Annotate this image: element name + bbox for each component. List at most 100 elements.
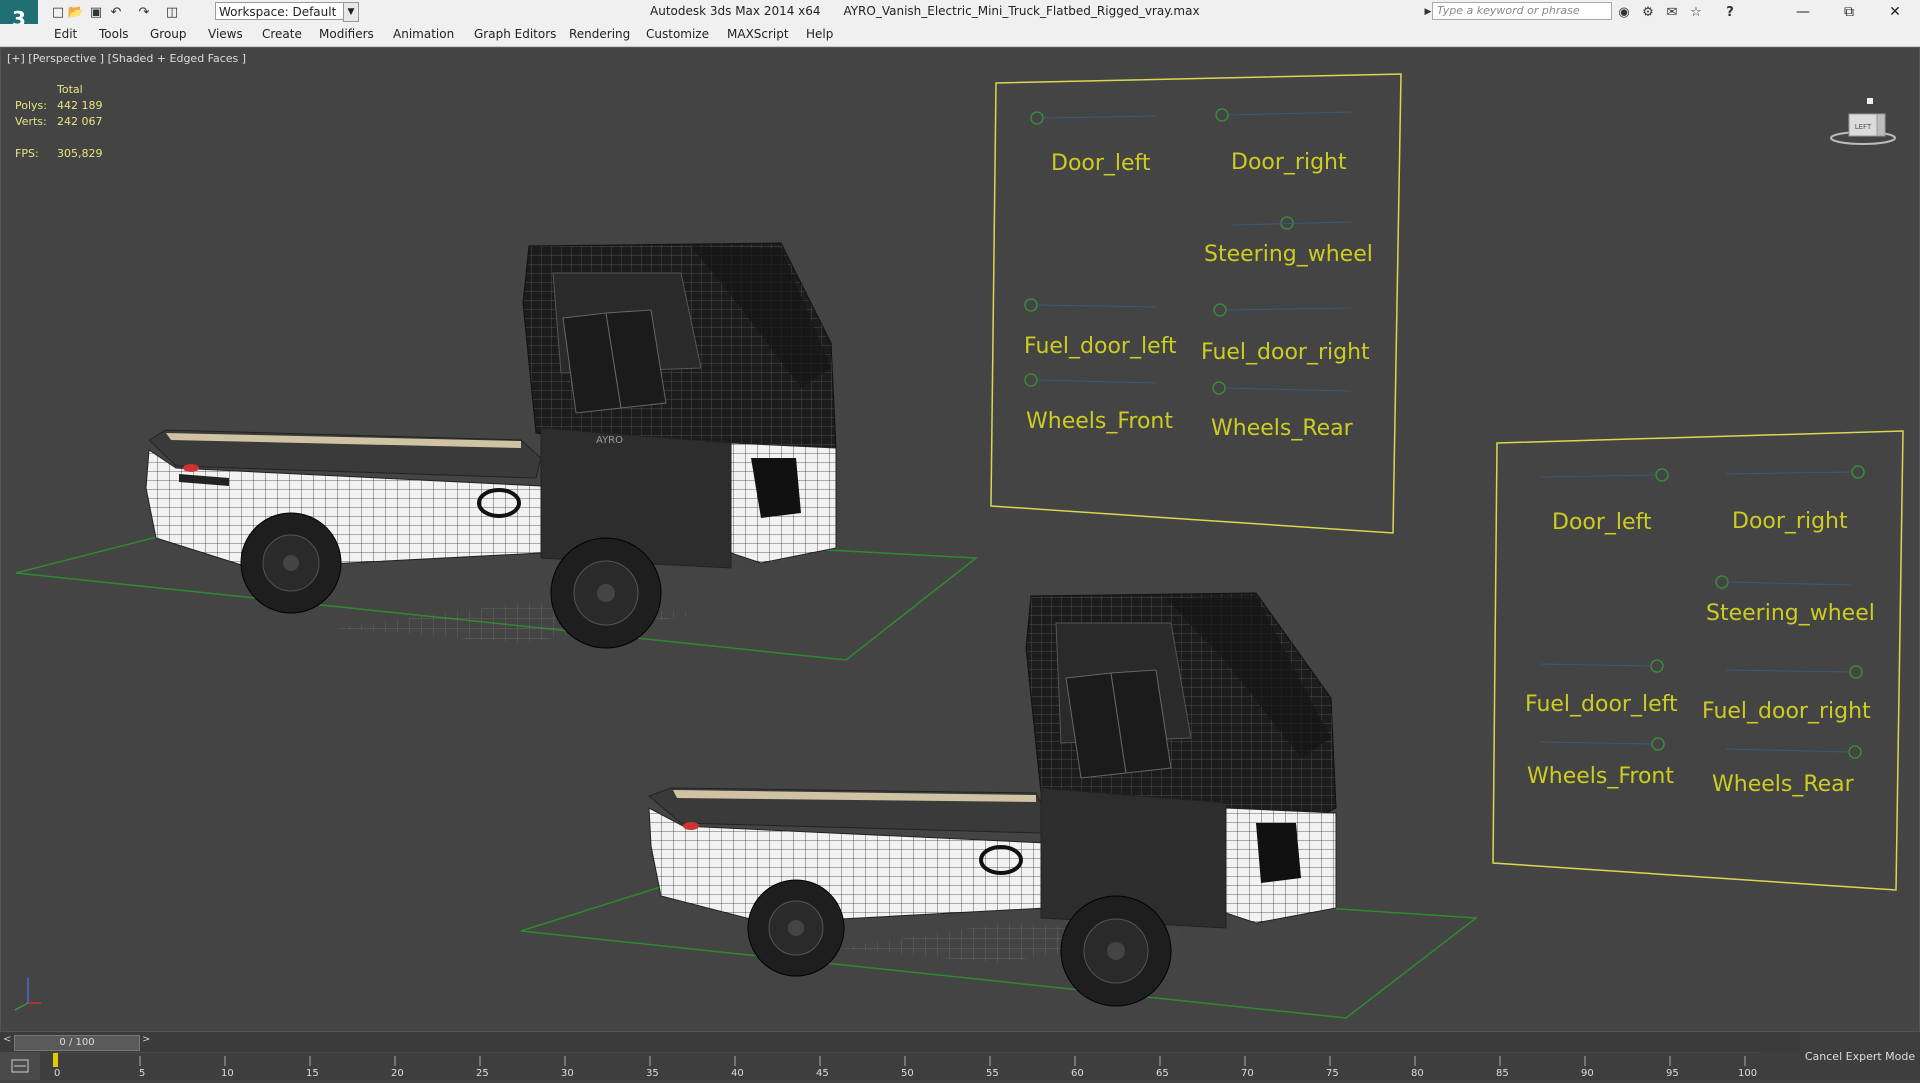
open-file-icon[interactable]: 📂 <box>66 2 86 22</box>
control-steering-wheel-1[interactable] <box>1280 216 1294 230</box>
control-wheels-rear-2[interactable] <box>1848 745 1862 759</box>
menu-edit[interactable]: Edit <box>54 27 77 41</box>
panel2-steering-wheel[interactable]: Steering_wheel <box>1706 601 1875 626</box>
help-icon[interactable]: ? <box>1720 2 1740 22</box>
app-title: Autodesk 3ds Max 2014 x64 <box>650 4 821 18</box>
panel1-steering-wheel[interactable]: Steering_wheel <box>1204 242 1373 267</box>
tick-label: 60 <box>1071 1068 1084 1079</box>
perspective-viewport[interactable]: [+] [Perspective ] [Shaded + Edged Faces… <box>0 47 1920 1032</box>
tick-label: 90 <box>1581 1068 1594 1079</box>
project-folder-icon[interactable]: ◫ <box>162 2 182 22</box>
menu-views[interactable]: Views <box>208 27 243 41</box>
truck-model-2[interactable] <box>520 592 1479 1019</box>
control-wheels-rear-1[interactable] <box>1212 381 1226 395</box>
menu-rendering[interactable]: Rendering <box>569 27 630 41</box>
tick-label: 0 <box>54 1068 61 1079</box>
panel2-wheels-front[interactable]: Wheels_Front <box>1527 764 1674 789</box>
tick-label: 85 <box>1496 1068 1509 1079</box>
tick-label: 10 <box>221 1068 234 1079</box>
panel2-wheels-rear[interactable]: Wheels_Rear <box>1712 772 1855 797</box>
menu-create[interactable]: Create <box>262 27 302 41</box>
search-input[interactable]: Type a keyword or phrase <box>1432 2 1612 20</box>
control-door-left-1[interactable] <box>1030 111 1044 125</box>
menu-group[interactable]: Group <box>150 27 187 41</box>
tick-label: 75 <box>1326 1068 1339 1079</box>
tick-label: 30 <box>561 1068 574 1079</box>
tick-label: 80 <box>1411 1068 1424 1079</box>
tick-label: 40 <box>731 1068 744 1079</box>
menu-help[interactable]: Help <box>806 27 833 41</box>
minimize-icon[interactable]: — <box>1780 0 1826 24</box>
close-icon[interactable]: ✕ <box>1872 0 1918 24</box>
workspace-dropdown[interactable]: Workspace: Default <box>215 2 350 20</box>
time-cursor-icon[interactable] <box>53 1053 58 1067</box>
new-file-icon[interactable]: □ <box>48 2 68 22</box>
control-wheels-front-2[interactable] <box>1651 737 1665 751</box>
panel2-door-left[interactable]: Door_left <box>1552 510 1652 535</box>
control-door-right-2[interactable] <box>1851 465 1865 479</box>
tick-label: 65 <box>1156 1068 1169 1079</box>
control-fuel-door-right-1[interactable] <box>1213 303 1227 317</box>
panel1-wheels-rear[interactable]: Wheels_Rear <box>1211 416 1354 441</box>
tick-label: 45 <box>816 1068 829 1079</box>
rear-light-icon-2 <box>683 822 699 830</box>
panel2-fuel-door-left[interactable]: Fuel_door_left <box>1525 692 1678 717</box>
menu-graph-editors[interactable]: Graph Editors <box>474 27 556 41</box>
control-fuel-door-right-2[interactable] <box>1849 665 1863 679</box>
truck-logo-1: AYRO <box>596 435 623 446</box>
scene-canvas: AYRO Door_left Door_right Steering_wheel… <box>14 73 1904 1019</box>
window-title: Autodesk 3ds Max 2014 x64 AYRO_Vanish_El… <box>650 4 1200 18</box>
chevron-down-icon[interactable]: ▼ <box>343 2 359 22</box>
tick-label: 5 <box>139 1068 146 1079</box>
restore-icon[interactable]: ⧉ <box>1826 0 1872 24</box>
tick-label: 20 <box>391 1068 404 1079</box>
control-wheels-front-1[interactable] <box>1024 373 1038 387</box>
panel2-fuel-door-right[interactable]: Fuel_door_right <box>1702 699 1871 724</box>
menu-tools[interactable]: Tools <box>99 27 129 41</box>
rear-light-icon <box>183 464 199 472</box>
menu-bar: Edit Tools Group Views Create Modifiers … <box>0 24 1920 47</box>
control-fuel-door-left-1[interactable] <box>1024 298 1038 312</box>
tick-label: 25 <box>476 1068 489 1079</box>
tick-label: 35 <box>646 1068 659 1079</box>
favorites-star-icon[interactable]: ☆ <box>1686 2 1706 22</box>
panel2-door-right[interactable]: Door_right <box>1732 509 1848 534</box>
tick-label: 50 <box>901 1068 914 1079</box>
menu-maxscript[interactable]: MAXScript <box>727 27 789 41</box>
selection-panel-1[interactable]: Door_left Door_right Steering_wheel Fuel… <box>990 73 1402 534</box>
timeline-ruler[interactable]: 0 5 10 15 20 25 30 35 40 45 50 55 60 65 … <box>0 1052 1800 1080</box>
redo-icon[interactable]: ↷ <box>134 2 154 22</box>
menu-customize[interactable]: Customize <box>646 27 709 41</box>
panel1-door-right[interactable]: Door_right <box>1231 150 1347 175</box>
control-fuel-door-left-2[interactable] <box>1650 659 1664 673</box>
tick-label: 100 <box>1738 1068 1758 1079</box>
time-slider[interactable]: 0 / 100 <box>14 1035 140 1051</box>
panel1-wheels-front[interactable]: Wheels_Front <box>1026 409 1173 434</box>
axis-tripod <box>14 978 41 1011</box>
control-steering-wheel-2[interactable] <box>1715 575 1729 589</box>
panel1-fuel-door-left[interactable]: Fuel_door_left <box>1024 334 1177 359</box>
tick-label: 15 <box>306 1068 319 1079</box>
menu-modifiers[interactable]: Modifiers <box>319 27 374 41</box>
control-door-right-1[interactable] <box>1215 108 1229 122</box>
control-door-left-2[interactable] <box>1655 468 1669 482</box>
time-slider-bar: < 0 / 100 > <box>0 1032 1800 1052</box>
menu-animation[interactable]: Animation <box>393 27 454 41</box>
tick-label: 70 <box>1241 1068 1254 1079</box>
title-bar: 3 □ 📂 ▣ ↶ ↷ ◫ Workspace: Default ▼ Autod… <box>0 0 1920 38</box>
tick-label: 95 <box>1666 1068 1679 1079</box>
subscription-icon[interactable]: ⚙ <box>1638 2 1658 22</box>
save-icon[interactable]: ▣ <box>86 2 106 22</box>
communication-icon[interactable]: ✉ <box>1662 2 1682 22</box>
cancel-expert-mode-button[interactable]: Cancel Expert Mode <box>1800 1032 1920 1080</box>
next-frame-icon[interactable]: > <box>142 1034 150 1045</box>
prev-frame-icon[interactable]: < <box>3 1034 11 1045</box>
selection-panel-2[interactable]: Door_left Door_right Steering_wheel Fuel… <box>1492 430 1904 891</box>
undo-icon[interactable]: ↶ <box>106 2 126 22</box>
binoculars-icon[interactable]: ◉ <box>1614 2 1634 22</box>
truck-model-1[interactable]: AYRO <box>15 242 979 661</box>
panel1-door-left[interactable]: Door_left <box>1051 151 1151 176</box>
file-name: AYRO_Vanish_Electric_Mini_Truck_Flatbed_… <box>843 4 1200 18</box>
panel1-fuel-door-right[interactable]: Fuel_door_right <box>1201 340 1370 365</box>
tick-label: 55 <box>986 1068 999 1079</box>
